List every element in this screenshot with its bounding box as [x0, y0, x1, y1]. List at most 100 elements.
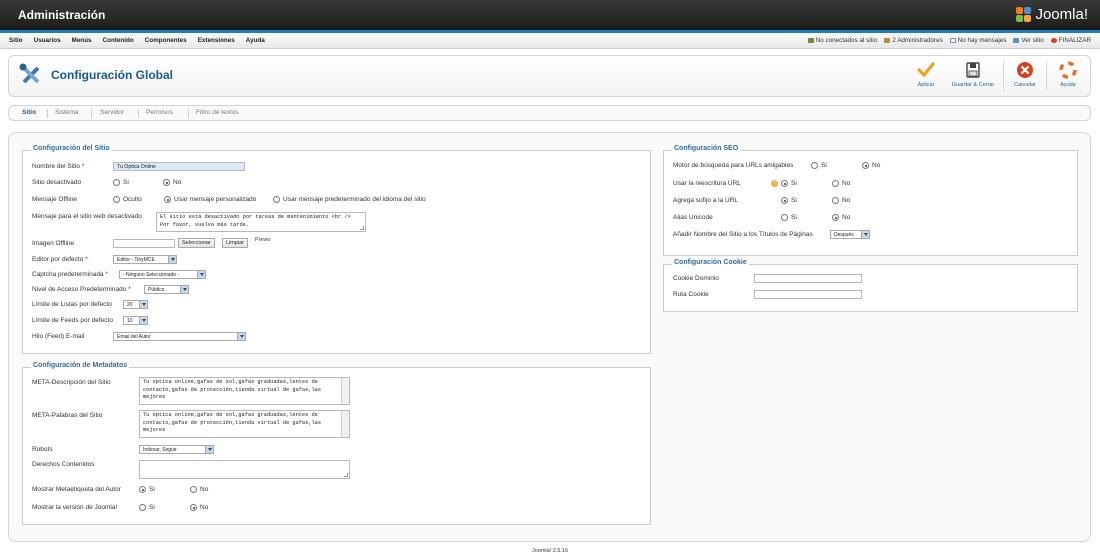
radio-selected-icon	[190, 504, 197, 511]
help-lifebuoy-icon	[1059, 61, 1077, 79]
page-title: Configuración Global	[51, 68, 173, 82]
joomla-version-label: Mostrar la versión de Joomla!	[32, 504, 118, 511]
menu-item-contenido[interactable]: Contenido	[103, 37, 134, 44]
tab-divider	[188, 109, 189, 118]
feed-limit-select[interactable]: 10	[123, 316, 148, 325]
url-rewrite-no[interactable]: No	[832, 180, 850, 187]
radio-icon	[781, 214, 788, 221]
config-tools-icon	[19, 63, 40, 84]
joomla-version-yes[interactable]: Si	[139, 504, 155, 511]
unicode-alias-yes[interactable]: Si	[781, 214, 797, 221]
offline-image-input[interactable]	[113, 239, 175, 248]
resize-grip-icon[interactable]	[344, 473, 348, 477]
cancel-button[interactable]: Cancelar	[1006, 61, 1044, 91]
list-limit-select[interactable]: 20	[123, 300, 148, 309]
cookie-legend: Configuración Cookie	[672, 259, 749, 266]
site-offline-yes[interactable]: Si	[113, 179, 129, 186]
view-site-link[interactable]: Ver sitio	[1013, 37, 1044, 44]
scrollbar[interactable]	[341, 378, 349, 404]
site-name-input[interactable]: Tu Optica Online	[113, 162, 245, 171]
sitename-titles-select[interactable]: Después	[830, 230, 870, 239]
select-image-button[interactable]: Seleccionar	[178, 238, 215, 248]
url-suffix-yes[interactable]: Si	[781, 197, 797, 204]
author-meta-no[interactable]: No	[190, 486, 208, 493]
tab-servidor[interactable]: Servidor	[100, 109, 124, 116]
url-suffix-no[interactable]: No	[832, 197, 850, 204]
admins-icon	[884, 37, 891, 43]
apply-button[interactable]: Aplicar	[907, 61, 945, 91]
cookie-domain-input[interactable]	[754, 274, 862, 283]
radio-icon	[273, 196, 280, 203]
messages-link[interactable]: No hay mensajes	[949, 37, 1007, 44]
meta-keywords-textarea[interactable]: Tu optica online,gafas de sol,gafas grad…	[139, 410, 350, 438]
cookie-path-label: Ruta Cookie	[673, 291, 709, 298]
offline-message-custom[interactable]: Usar mensaje personalizado	[164, 196, 256, 203]
tab-sitio[interactable]: Sitio	[22, 109, 36, 116]
messages-text: No hay mensajes	[957, 37, 1007, 44]
radio-selected-icon	[163, 179, 170, 186]
default-label: Usar mensaje predeterminado del idioma d…	[283, 196, 426, 204]
tab-sistema[interactable]: Sistema	[55, 109, 78, 116]
scrollbar[interactable]	[341, 411, 349, 437]
site-offline-no[interactable]: No	[163, 179, 181, 186]
robots-select[interactable]: Indexar, Seguir	[139, 445, 214, 454]
radio-icon	[139, 504, 146, 511]
joomla-version-no[interactable]: No	[190, 504, 208, 511]
chevron-down-icon	[205, 446, 213, 453]
sef-yes[interactable]: Si	[811, 162, 827, 169]
yes-label: Si	[821, 162, 827, 170]
url-rewrite-yes[interactable]: Si	[781, 180, 797, 187]
logout-link[interactable]: FINALIZAR	[1050, 37, 1091, 44]
tab-permisos[interactable]: Permisos	[146, 109, 173, 116]
content-rights-textarea[interactable]	[139, 460, 350, 479]
footer-version: Joomla! 2.5.16	[531, 548, 569, 554]
yes-label: Si	[123, 179, 129, 187]
site-offline-label: Sitio desactivado	[32, 179, 82, 186]
metadata-section: Configuración de Metadatos META-Descripc…	[22, 362, 651, 525]
offline-message-default[interactable]: Usar mensaje predeterminado del idioma d…	[273, 196, 426, 203]
default-editor-select[interactable]: Editor - TinyMCE	[113, 255, 177, 264]
visitors-text: No conectados al sitio	[815, 37, 878, 44]
admins-text: 2 Administradores	[892, 37, 943, 44]
offline-message-hidden[interactable]: Oculto	[113, 196, 142, 203]
tab-filtro-textos[interactable]: Filtro de textos	[196, 109, 239, 116]
menu-item-componentes[interactable]: Componentes	[145, 37, 187, 44]
unicode-alias-label: Alias Unicode	[673, 214, 713, 221]
site-config-section: Configuración del Sitio Nombre del Sitio…	[22, 145, 651, 354]
menu-item-extensiones[interactable]: Extensiones	[198, 37, 235, 44]
feed-email-select[interactable]: Email del Autor	[113, 332, 246, 341]
cancel-icon	[1017, 62, 1033, 78]
menu-item-sitio[interactable]: Sitio	[9, 37, 23, 44]
url-rewrite-label: Usar la reescritura URL	[673, 180, 741, 187]
meta-description-textarea[interactable]: Tu optica online,gafas de sol,gafas grad…	[139, 377, 350, 405]
save-close-button[interactable]: Guardar & Cerrar	[945, 61, 1001, 91]
sitename-titles-value: Después	[834, 232, 854, 238]
no-label: No	[200, 486, 209, 494]
unicode-alias-no[interactable]: No	[832, 214, 850, 221]
content-rights-label: Derechos Contenidos	[32, 461, 95, 468]
menu-item-ayuda[interactable]: Ayuda	[246, 37, 265, 44]
cancel-label: Cancelar	[1013, 82, 1036, 88]
menu-bar: Sitio Usuarios Menús Contenido Component…	[0, 33, 1100, 49]
url-rewrite-warning-icon: !	[771, 180, 778, 187]
offline-text-area[interactable]: El sitio está desactivado por tareas de …	[156, 212, 366, 232]
radio-icon	[832, 180, 839, 187]
custom-label: Usar mensaje personalizado	[174, 196, 257, 204]
author-meta-yes[interactable]: Si	[139, 486, 155, 493]
cookie-path-input[interactable]	[754, 290, 862, 299]
resize-grip-icon[interactable]	[360, 226, 364, 230]
radio-selected-icon	[139, 486, 146, 493]
access-level-label-text: Nivel de Acceso Predeterminado	[32, 286, 127, 293]
feed-email-value: Email del Autor	[117, 334, 151, 340]
captcha-select[interactable]: - Ninguno Seleccionado -	[119, 270, 206, 279]
help-button[interactable]: Ayuda	[1049, 61, 1087, 91]
offline-image-label: Imagen Offline	[32, 240, 75, 247]
robots-value: Indexar, Seguir	[143, 447, 177, 453]
radio-selected-icon	[781, 197, 788, 204]
sef-no[interactable]: No	[862, 162, 880, 169]
menu-item-usuarios[interactable]: Usuarios	[34, 37, 61, 44]
menu-item-menus[interactable]: Menús	[72, 37, 92, 44]
clear-image-button[interactable]: Limpiar	[222, 238, 249, 248]
access-level-select[interactable]: Público	[144, 285, 189, 294]
radio-icon	[832, 197, 839, 204]
